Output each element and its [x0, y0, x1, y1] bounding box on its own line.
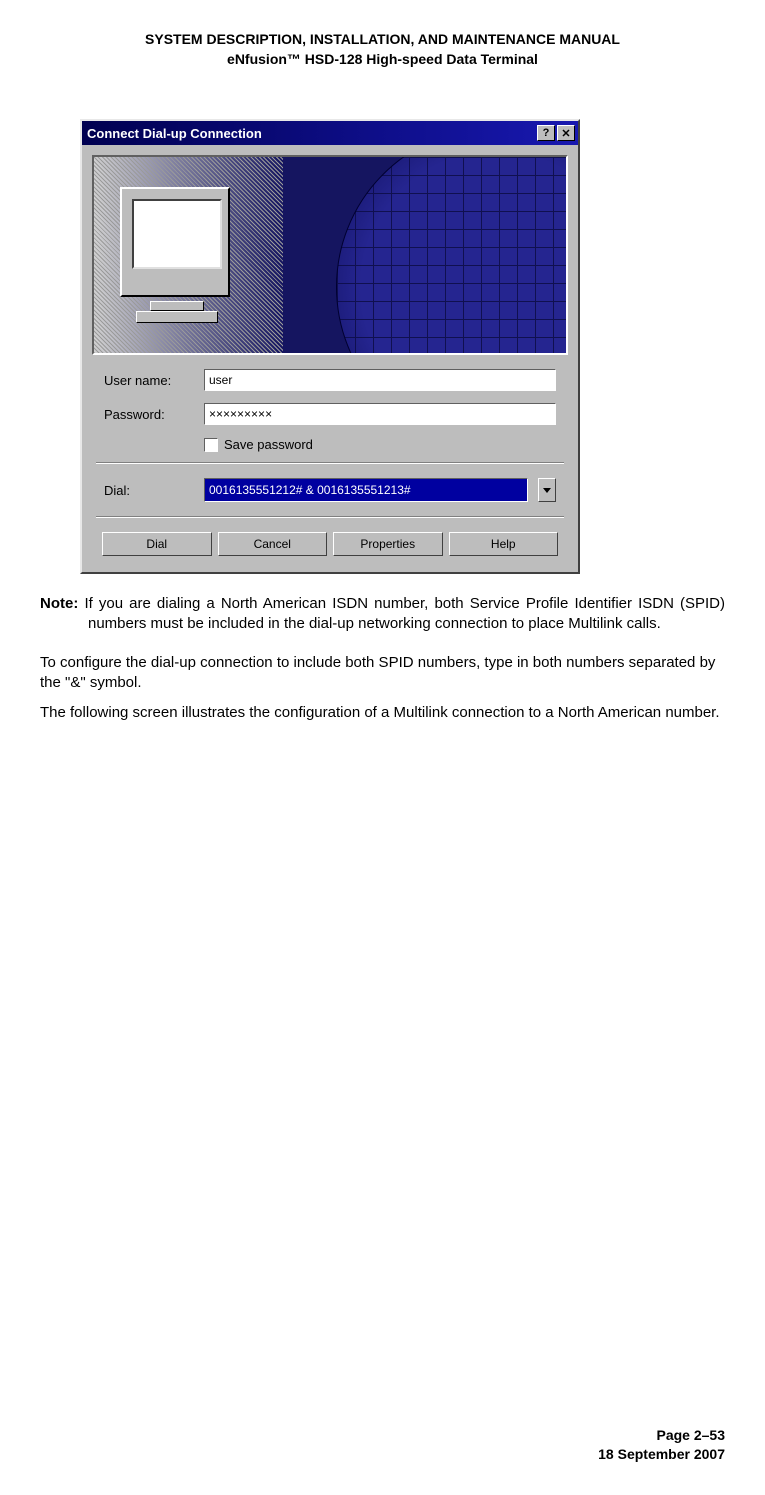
- save-password-label: Save password: [224, 437, 313, 452]
- header-line-1: SYSTEM DESCRIPTION, INSTALLATION, AND MA…: [40, 30, 725, 50]
- save-password-row: Save password: [92, 437, 568, 452]
- dial-label: Dial:: [104, 483, 204, 498]
- dialog-body: User name: Password: Save password Dial:: [82, 145, 578, 572]
- divider-1: [96, 462, 564, 464]
- page-number: Page 2–53: [598, 1426, 725, 1446]
- header-line-2: eNfusion™ HSD-128 High-speed Data Termin…: [40, 50, 725, 70]
- body-para-2: The following screen illustrates the con…: [40, 703, 725, 723]
- help-button[interactable]: Help: [449, 532, 559, 556]
- username-input[interactable]: [204, 369, 556, 391]
- page-footer: Page 2–53 18 September 2007: [598, 1426, 725, 1465]
- username-row: User name:: [92, 369, 568, 391]
- titlebar: Connect Dial-up Connection ? ✕: [82, 121, 578, 145]
- dialog-title: Connect Dial-up Connection: [85, 126, 262, 141]
- dial-row: Dial:: [92, 478, 568, 502]
- chevron-down-icon: [543, 488, 551, 493]
- screenshot-figure: Connect Dial-up Connection ? ✕ User name…: [80, 119, 725, 574]
- username-label: User name:: [104, 373, 204, 388]
- document-header: SYSTEM DESCRIPTION, INSTALLATION, AND MA…: [40, 30, 725, 69]
- page-date: 18 September 2007: [598, 1445, 725, 1465]
- password-input[interactable]: [204, 403, 556, 425]
- monitor-icon: [120, 187, 230, 297]
- properties-button[interactable]: Properties: [333, 532, 443, 556]
- dial-input[interactable]: [204, 478, 528, 502]
- globe-icon: [336, 155, 568, 355]
- password-row: Password:: [92, 403, 568, 425]
- note-label: Note:: [40, 595, 78, 612]
- dial-button[interactable]: Dial: [102, 532, 212, 556]
- titlebar-buttons: ? ✕: [537, 125, 575, 141]
- close-icon[interactable]: ✕: [557, 125, 575, 141]
- hero-image: [92, 155, 568, 355]
- cancel-button[interactable]: Cancel: [218, 532, 328, 556]
- save-password-checkbox[interactable]: [204, 438, 218, 452]
- connect-dialog: Connect Dial-up Connection ? ✕ User name…: [80, 119, 580, 574]
- dial-dropdown-button[interactable]: [538, 478, 556, 502]
- password-label: Password:: [104, 407, 204, 422]
- divider-2: [96, 516, 564, 518]
- note-block: Note: If you are dialing a North America…: [40, 594, 725, 635]
- help-icon[interactable]: ?: [537, 125, 555, 141]
- note-text: If you are dialing a North American ISDN…: [84, 595, 725, 632]
- dial-combo: [204, 478, 556, 502]
- body-para-1: To configure the dial-up connection to i…: [40, 653, 725, 694]
- button-row: Dial Cancel Properties Help: [92, 532, 568, 562]
